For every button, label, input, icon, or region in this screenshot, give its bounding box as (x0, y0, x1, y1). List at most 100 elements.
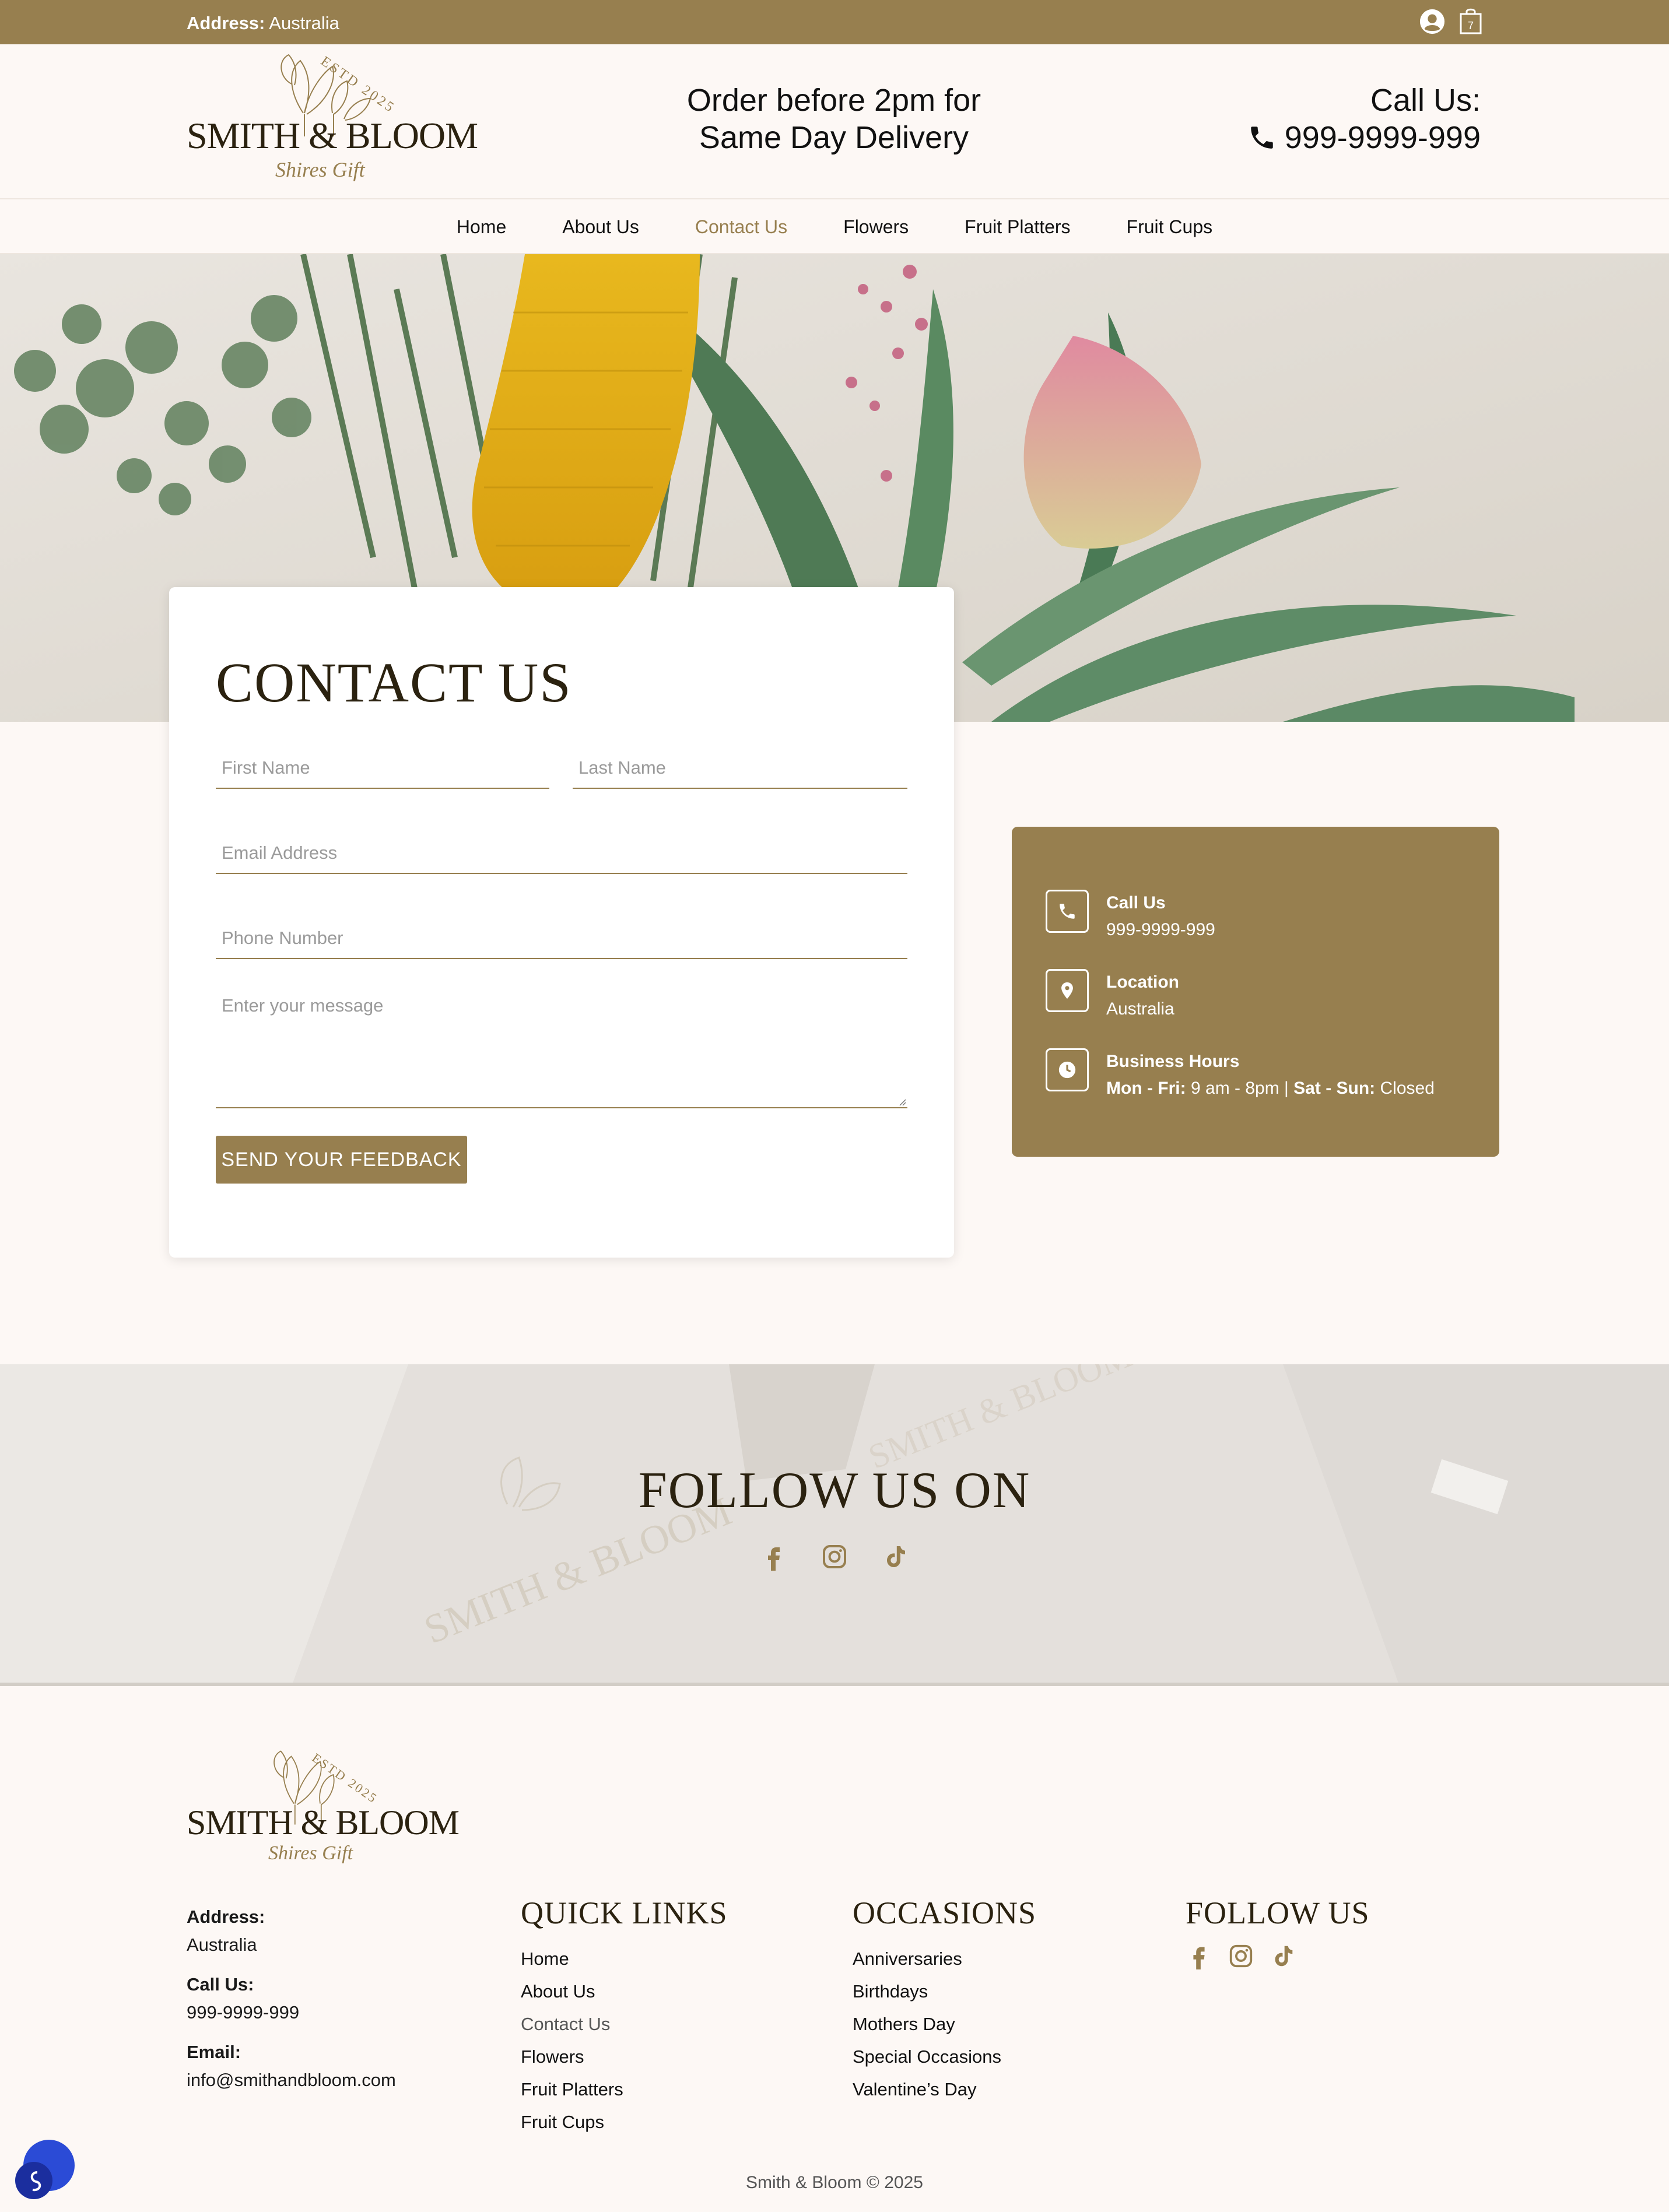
follow-background-image: SMITH & BLOOM SMITH & BLOOM (0, 1364, 1669, 1686)
footer-logo[interactable]: ESTD 2025 SMITH & BLOOM Shires Gift (187, 1744, 460, 1873)
info-location-value: Australia (1106, 999, 1174, 1019)
info-hours: Business Hours Mon - Fri: 9 am - 8pm | S… (1046, 1048, 1435, 1102)
hours-weekday-value: 9 am - 8pm | (1190, 1079, 1289, 1098)
tiktok-icon[interactable] (881, 1543, 909, 1571)
tiktok-icon[interactable] (1270, 1943, 1296, 1969)
info-call-title: Call Us (1106, 893, 1166, 912)
call-label: Call Us: (1370, 83, 1481, 118)
resize-grip-icon[interactable] (897, 1097, 906, 1106)
top-address: Address: Australia (187, 13, 339, 34)
nav-fruit-platters[interactable]: Fruit Platters (965, 216, 1070, 238)
footer-link-flowers[interactable]: Flowers (521, 2041, 728, 2073)
message-field (216, 981, 907, 1108)
instagram-icon[interactable] (1228, 1943, 1254, 1969)
follow-title: FOLLOW US ON (638, 1462, 1031, 1519)
phone-field (216, 918, 907, 959)
info-call: Call Us 999-9999-999 (1046, 890, 1215, 943)
contact-title: CONTACT US (216, 651, 572, 714)
footer-link-home[interactable]: Home (521, 1943, 728, 1975)
facebook-icon[interactable] (760, 1543, 788, 1571)
last-name-input[interactable] (573, 748, 907, 788)
footer-occasion-birthdays[interactable]: Birthdays (853, 1975, 1036, 2008)
info-location: Location Australia (1046, 969, 1179, 1023)
address-label: Address: (187, 13, 265, 33)
footer-email-value[interactable]: info@smithandbloom.com (187, 2066, 396, 2094)
follow-social-icons (0, 1543, 1669, 1571)
top-bar: Address: Australia 7 (0, 0, 1669, 44)
footer-follow-column: FOLLOW US (1186, 1895, 1370, 1969)
call-number-row[interactable]: 999-9999-999 (1247, 119, 1481, 156)
facebook-icon[interactable] (1186, 1943, 1212, 1969)
nav-about-us[interactable]: About Us (562, 216, 639, 238)
instagram-icon[interactable] (821, 1543, 848, 1571)
footer-occasion-anniversaries[interactable]: Anniversaries (853, 1943, 1036, 1975)
cart-count: 7 (1468, 20, 1474, 31)
last-name-field (573, 748, 907, 789)
phone-icon (1060, 904, 1075, 919)
first-name-input[interactable] (216, 748, 549, 788)
footer-quick-links-column: QUICK LINKS Home About Us Contact Us Flo… (521, 1895, 728, 2139)
hours-weekend-value: Closed (1380, 1079, 1435, 1098)
delivery-notice: Order before 2pm for Same Day Delivery (630, 82, 1038, 156)
footer-follow-title: FOLLOW US (1186, 1895, 1370, 1930)
info-hours-value: Mon - Fri: 9 am - 8pm | Sat - Sun: Close… (1106, 1075, 1435, 1102)
footer-link-fruit-cups[interactable]: Fruit Cups (521, 2106, 728, 2139)
call-number: 999-9999-999 (1284, 120, 1481, 155)
first-name-field (216, 748, 549, 789)
footer-address-value: Australia (187, 1934, 257, 1955)
footer-call-label: Call Us: (187, 1974, 254, 1995)
send-feedback-button[interactable]: SEND YOUR FEEDBACK (216, 1136, 467, 1184)
nav-contact-us[interactable]: Contact Us (695, 216, 787, 238)
phone-input[interactable] (216, 918, 907, 958)
email-input[interactable] (216, 833, 907, 873)
logo-name: SMITH & BLOOM (187, 115, 478, 156)
info-hours-title: Business Hours (1106, 1052, 1240, 1071)
footer-social-icons (1186, 1943, 1370, 1969)
info-clock-icon-box (1046, 1048, 1089, 1091)
info-location-title: Location (1106, 972, 1179, 992)
nav-flowers[interactable]: Flowers (843, 216, 909, 238)
footer-link-fruit-platters[interactable]: Fruit Platters (521, 2073, 728, 2106)
chat-icon[interactable] (14, 2139, 76, 2200)
hours-weekday-label: Mon - Fri: (1106, 1079, 1186, 1098)
footer-address-label: Address: (187, 1906, 265, 1927)
footer-occasion-special-occasions[interactable]: Special Occasions (853, 2041, 1036, 2073)
clock-icon (1058, 1061, 1076, 1079)
delivery-line-2: Same Day Delivery (699, 120, 969, 155)
quick-links-title: QUICK LINKS (521, 1895, 728, 1930)
contact-form-card: CONTACT US SEND YOUR FEEDBACK (169, 587, 954, 1258)
header-logo[interactable]: ESTD 2025 SMITH & BLOOM Shires Gift (187, 49, 478, 189)
nav-fruit-cups[interactable]: Fruit Cups (1127, 216, 1213, 238)
footer-logo-name: SMITH & BLOOM (187, 1803, 460, 1842)
address-value: Australia (269, 13, 339, 33)
footer-contact-column: Address: Australia Call Us: 999-9999-999… (187, 1903, 396, 2106)
delivery-line-1: Order before 2pm for (686, 83, 981, 118)
footer-link-about-us[interactable]: About Us (521, 1975, 728, 2008)
footer-logo-tagline: Shires Gift (268, 1842, 353, 1864)
main-nav: Home About Us Contact Us Flowers Fruit P… (0, 201, 1669, 254)
header: ESTD 2025 SMITH & BLOOM Shires Gift Orde… (0, 44, 1669, 199)
phone-icon (1250, 127, 1273, 149)
message-textarea[interactable] (216, 981, 907, 1107)
footer-email-label: Email: (187, 2042, 241, 2062)
follow-section: SMITH & BLOOM SMITH & BLOOM FOLLOW US ON (0, 1364, 1669, 1686)
footer: ESTD 2025 SMITH & BLOOM Shires Gift Addr… (0, 1686, 1669, 2212)
occasions-title: OCCASIONS (853, 1895, 1037, 1930)
info-phone-icon-box (1046, 890, 1089, 933)
cart-icon[interactable]: 7 (1459, 7, 1482, 35)
footer-link-contact-us[interactable]: Contact Us (521, 2008, 728, 2041)
footer-call-value[interactable]: 999-9999-999 (187, 1999, 396, 2027)
footer-occasion-mothers-day[interactable]: Mothers Day (853, 2008, 1036, 2041)
hours-weekend-label: Sat - Sun: (1293, 1079, 1376, 1098)
footer-occasion-valentines-day[interactable]: Valentine’s Day (853, 2073, 1036, 2106)
logo-tagline: Shires Gift (275, 158, 365, 181)
info-call-value[interactable]: 999-9999-999 (1106, 917, 1215, 943)
info-location-icon-box (1046, 969, 1089, 1012)
nav-home[interactable]: Home (457, 216, 506, 238)
location-pin-icon (1061, 982, 1073, 999)
contact-info-box: Call Us 999-9999-999 Location Australia … (1012, 827, 1499, 1157)
email-field (216, 833, 907, 874)
header-call: Call Us: 999-9999-999 (1247, 82, 1481, 156)
user-icon[interactable] (1419, 8, 1446, 35)
copyright: Smith & Bloom © 2025 (746, 2173, 923, 2192)
